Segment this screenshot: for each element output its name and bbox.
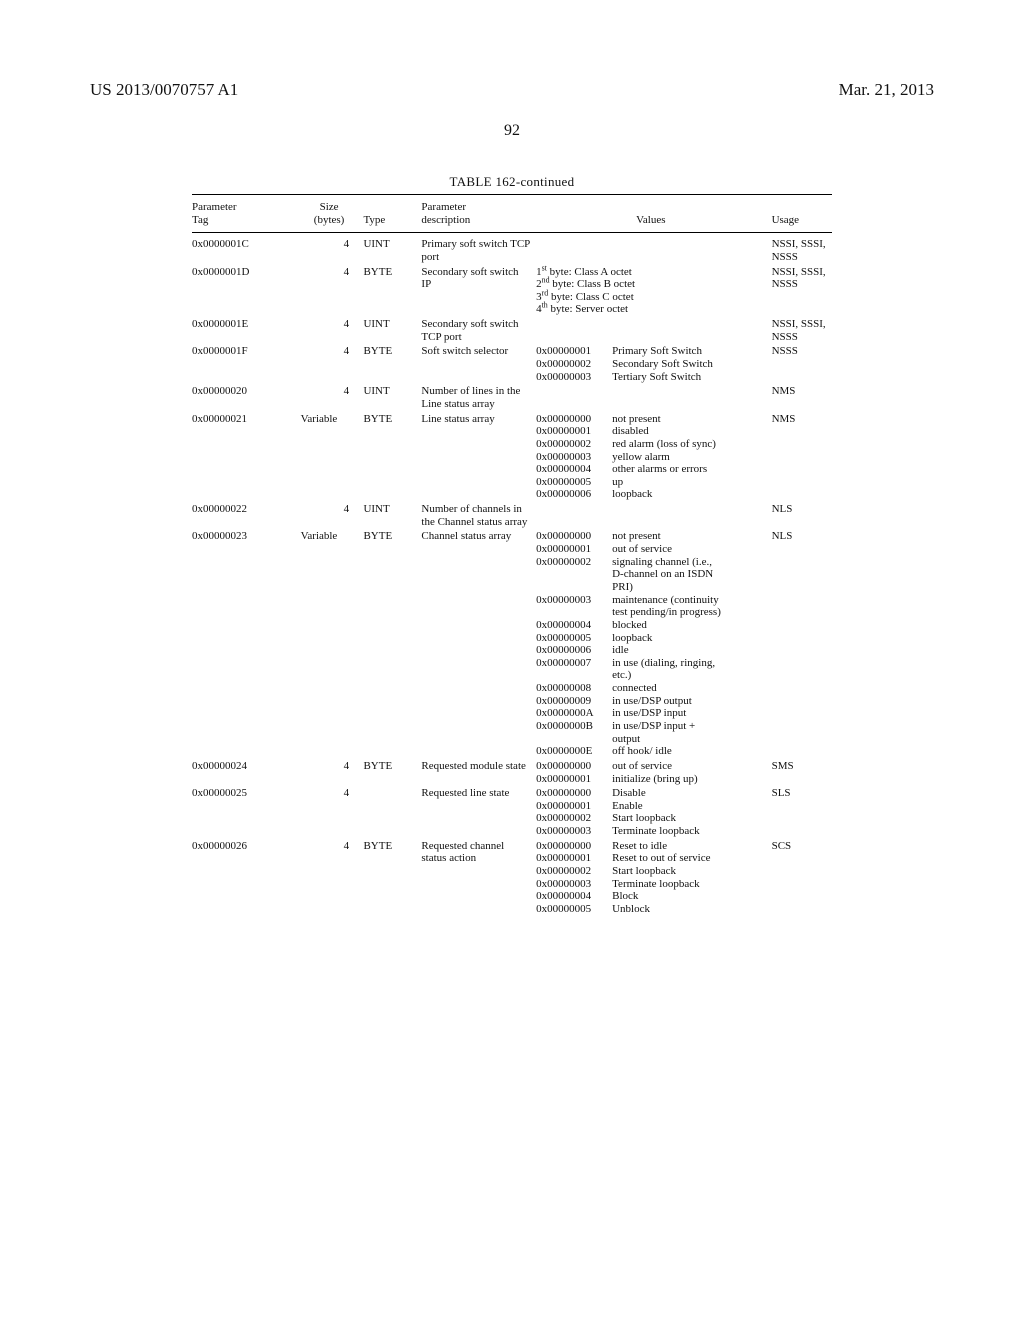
table-row: 0x000000204UINTNumber of lines in the Li…	[192, 384, 832, 411]
running-header: US 2013/0070757 A1 Mar. 21, 2013	[90, 80, 934, 100]
cell-values: 0x00000000not present0x00000001out of se…	[536, 529, 771, 759]
rule	[192, 194, 832, 195]
cell-usage: NLS	[772, 529, 832, 759]
cell-size: Variable	[301, 412, 364, 502]
cell-tag: 0x0000001D	[192, 265, 301, 318]
cell-size: 4	[301, 759, 364, 786]
cell-description: Requested module state	[421, 759, 536, 786]
table-body: 0x0000001C4UINTPrimary soft switch TCP p…	[192, 230, 832, 916]
cell-description: Soft switch selector	[421, 344, 536, 384]
table-row: 0x00000021VariableBYTELine status array0…	[192, 412, 832, 502]
cell-size: 4	[301, 786, 364, 839]
cell-type: BYTE	[363, 265, 421, 318]
th-size: Size (bytes)	[301, 199, 364, 230]
cell-size: 4	[301, 344, 364, 384]
cell-type: BYTE	[363, 839, 421, 917]
th-type: Type	[363, 199, 421, 230]
cell-size: Variable	[301, 529, 364, 759]
cell-usage: NMS	[772, 412, 832, 502]
cell-tag: 0x0000001C	[192, 237, 301, 264]
cell-description: Secondary soft switch IP	[421, 265, 536, 318]
cell-values: 0x00000000Disable0x00000001Enable0x00000…	[536, 786, 771, 839]
cell-usage: SCS	[772, 839, 832, 917]
cell-usage: SLS	[772, 786, 832, 839]
cell-values	[536, 237, 771, 264]
th-values: Values	[536, 199, 771, 230]
table-row: 0x000000254 Requested line state0x0000000…	[192, 786, 832, 839]
page: US 2013/0070757 A1 Mar. 21, 2013 92 TABL…	[0, 0, 1024, 1320]
rule	[192, 232, 832, 233]
table-caption: TABLE 162-continued	[192, 174, 832, 190]
cell-type: UINT	[363, 502, 421, 529]
cell-values: 0x00000001Primary Soft Switch0x00000002S…	[536, 344, 771, 384]
cell-usage: NSSI, SSSI, NSSS	[772, 265, 832, 318]
cell-description: Number of lines in the Line status array	[421, 384, 536, 411]
cell-tag: 0x00000021	[192, 412, 301, 502]
spec-table: Parameter Tag Size (bytes) Type Paramete…	[192, 199, 832, 917]
page-number: 92	[90, 122, 934, 140]
cell-description: Requested channel status action	[421, 839, 536, 917]
cell-values: 1st byte: Class A octet2nd byte: Class B…	[536, 265, 771, 318]
cell-values: 0x00000000not present0x00000001disabled0…	[536, 412, 771, 502]
cell-tag: 0x00000023	[192, 529, 301, 759]
table-head: Parameter Tag Size (bytes) Type Paramete…	[192, 199, 832, 230]
cell-size: 4	[301, 237, 364, 264]
table-row: 0x000000264BYTERequested channel status …	[192, 839, 832, 917]
cell-description: Primary soft switch TCP port	[421, 237, 536, 264]
th-tag: Parameter Tag	[192, 199, 301, 230]
cell-tag: 0x00000022	[192, 502, 301, 529]
cell-size: 4	[301, 384, 364, 411]
cell-tag: 0x00000024	[192, 759, 301, 786]
cell-type: UINT	[363, 237, 421, 264]
cell-tag: 0x0000001E	[192, 317, 301, 344]
cell-description: Requested line state	[421, 786, 536, 839]
table-row: 0x0000001E4UINTSecondary soft switch TCP…	[192, 317, 832, 344]
cell-description: Line status array	[421, 412, 536, 502]
cell-values: 0x00000000out of service0x00000001initia…	[536, 759, 771, 786]
cell-usage: NLS	[772, 502, 832, 529]
cell-type: BYTE	[363, 529, 421, 759]
cell-type	[363, 786, 421, 839]
cell-type: UINT	[363, 317, 421, 344]
cell-usage: SMS	[772, 759, 832, 786]
th-usage: Usage	[772, 199, 832, 230]
cell-type: BYTE	[363, 344, 421, 384]
cell-values: 0x00000000Reset to idle0x00000001Reset t…	[536, 839, 771, 917]
publication-date: Mar. 21, 2013	[839, 80, 934, 100]
cell-tag: 0x00000025	[192, 786, 301, 839]
table-row: 0x0000001F4BYTESoft switch selector0x000…	[192, 344, 832, 384]
cell-tag: 0x00000020	[192, 384, 301, 411]
cell-description: Number of channels in the Channel status…	[421, 502, 536, 529]
cell-size: 4	[301, 265, 364, 318]
cell-description: Channel status array	[421, 529, 536, 759]
cell-usage: NSSI, SSSI, NSSS	[772, 237, 832, 264]
cell-tag: 0x0000001F	[192, 344, 301, 384]
table-row: 0x000000244BYTERequested module state0x0…	[192, 759, 832, 786]
cell-tag: 0x00000026	[192, 839, 301, 917]
cell-size: 4	[301, 317, 364, 344]
cell-usage: NMS	[772, 384, 832, 411]
cell-type: BYTE	[363, 412, 421, 502]
table-row: 0x0000001C4UINTPrimary soft switch TCP p…	[192, 237, 832, 264]
cell-type: BYTE	[363, 759, 421, 786]
cell-values	[536, 317, 771, 344]
cell-type: UINT	[363, 384, 421, 411]
cell-values	[536, 502, 771, 529]
table-162: TABLE 162-continued Parameter Tag Size (…	[192, 174, 832, 917]
th-desc: Parameter description	[421, 199, 536, 230]
table-row: 0x0000001D4BYTESecondary soft switch IP1…	[192, 265, 832, 318]
cell-size: 4	[301, 502, 364, 529]
cell-values	[536, 384, 771, 411]
table-row: 0x000000224UINTNumber of channels in the…	[192, 502, 832, 529]
cell-description: Secondary soft switch TCP port	[421, 317, 536, 344]
publication-number: US 2013/0070757 A1	[90, 80, 238, 100]
cell-usage: NSSS	[772, 344, 832, 384]
table-row: 0x00000023VariableBYTEChannel status arr…	[192, 529, 832, 759]
cell-usage: NSSI, SSSI, NSSS	[772, 317, 832, 344]
cell-size: 4	[301, 839, 364, 917]
